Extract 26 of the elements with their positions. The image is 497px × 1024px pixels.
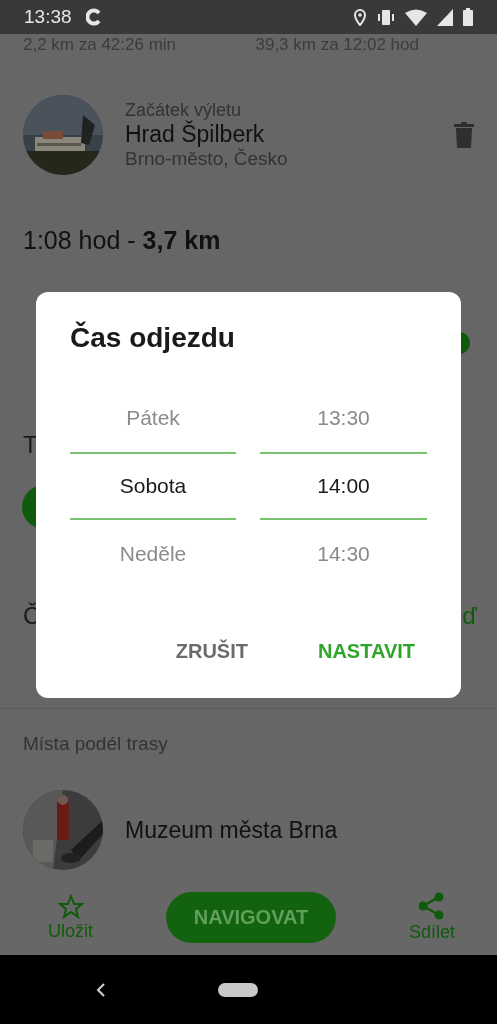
star-icon xyxy=(57,893,84,919)
cancel-button[interactable]: ZRUŠIT xyxy=(175,634,248,669)
share-icon xyxy=(418,892,446,920)
set-button[interactable]: NASTAVIT xyxy=(317,634,415,669)
time-option[interactable]: 14:30 xyxy=(260,520,427,588)
time-option[interactable]: 14:00 xyxy=(260,452,427,520)
place-name: Hrad Špilberk xyxy=(125,121,265,148)
notification-icon xyxy=(85,8,102,26)
vibrate-icon xyxy=(377,8,395,26)
row-label: T xyxy=(23,431,38,459)
time-option[interactable]: 13:30 xyxy=(260,384,427,452)
day-option[interactable]: Neděle xyxy=(70,520,236,588)
day-option[interactable]: Sobota xyxy=(70,452,236,520)
battery-icon xyxy=(463,8,473,26)
delete-icon[interactable] xyxy=(454,122,474,148)
location-icon xyxy=(353,8,367,26)
wifi-icon xyxy=(405,8,427,26)
signal-icon xyxy=(437,8,453,26)
day-option[interactable]: Pátek xyxy=(70,384,236,452)
place-name[interactable]: Muzeum města Brna xyxy=(125,816,474,844)
trip-total: 1:08 hod - 3,7 km xyxy=(22,225,222,256)
dialog-title: Čas odjezdu xyxy=(70,322,236,354)
back-icon[interactable] xyxy=(96,982,106,997)
clock: 13:38 xyxy=(24,6,72,28)
home-button[interactable] xyxy=(218,982,258,997)
navigate-button[interactable]: NAVIGOVAT xyxy=(166,892,336,943)
